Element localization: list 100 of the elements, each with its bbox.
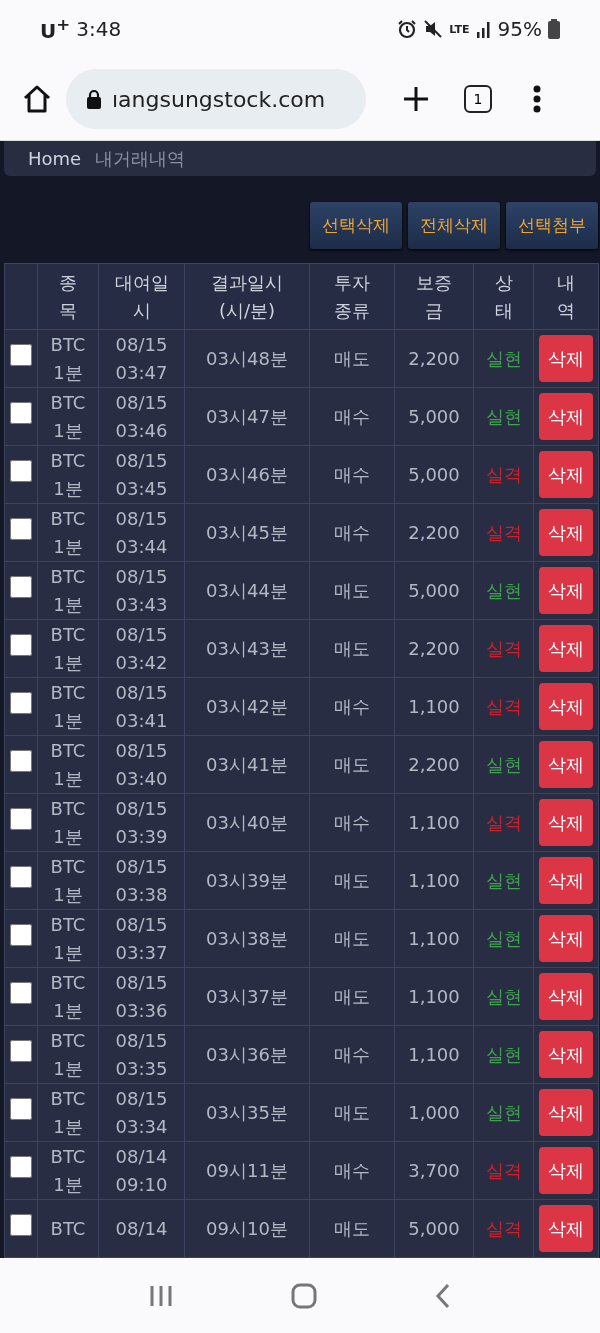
column-header: 결과일시 (시/분) [184,263,310,330]
delete-button[interactable]: 삭제 [539,1205,593,1252]
delete-button[interactable]: 삭제 [539,567,593,614]
row-checkbox[interactable] [10,343,32,366]
row-checkbox[interactable] [10,575,32,598]
row-checkbox[interactable] [10,807,32,830]
delete-button[interactable]: 삭제 [539,625,593,672]
home-link[interactable]: Home [28,148,82,169]
action-button[interactable]: 선택삭제 [310,202,402,249]
table-cell: 매수 [309,503,395,562]
row-checkbox[interactable] [10,749,32,772]
delete-button[interactable]: 삭제 [539,683,593,730]
result-status: 실현 [485,927,522,949]
action-button[interactable]: 전체삭제 [408,202,500,249]
lock-icon [86,89,102,109]
delete-button[interactable]: 삭제 [539,1089,593,1136]
menu-icon[interactable] [532,85,542,113]
table-cell: 2,200 [394,619,474,678]
row-checkbox[interactable] [10,923,32,946]
row-checkbox[interactable] [10,633,32,656]
row-checkbox[interactable] [10,691,32,714]
table-cell: BTC 1분 [37,909,99,968]
home-button-icon[interactable] [291,1282,317,1309]
result-status: 실현 [485,347,522,369]
table-cell: 03시41분 [184,735,310,794]
result-status: 실현 [485,579,522,601]
table-cell: BTC 1분 [37,445,99,504]
table-cell: 매도 [309,1199,395,1258]
delete-button[interactable]: 삭제 [539,799,593,846]
delete-button[interactable]: 삭제 [539,973,593,1020]
table-cell: 08/15 03:38 [98,851,185,910]
table-cell: 09시11분 [184,1141,310,1200]
table-cell: 매도 [309,619,395,678]
table-cell: BTC 1분 [37,329,99,388]
table-cell: 2,200 [394,503,474,562]
table-cell: BTC 1분 [37,1025,99,1084]
table-cell: 03시36분 [184,1025,310,1084]
table-cell: 08/15 03:43 [98,561,185,620]
tab-count-button[interactable]: 1 [464,85,492,113]
table-cell: BTC 1분 [37,851,99,910]
result-status: 실현 [485,985,522,1007]
delete-button[interactable]: 삭제 [539,451,593,498]
table-cell: BTC 1분 [37,677,99,736]
result-status: 실격 [485,1217,522,1239]
home-icon[interactable] [22,84,52,114]
table-cell: 03시40분 [184,793,310,852]
row-checkbox[interactable] [10,401,32,424]
table-cell: 매수 [309,677,395,736]
delete-button[interactable]: 삭제 [539,915,593,962]
table-cell: 1,000 [394,1083,474,1142]
table-cell: BTC 1분 [37,561,99,620]
table-cell: 09시10분 [184,1199,310,1258]
clock: 3:48 [76,17,122,41]
delete-button[interactable]: 삭제 [539,1031,593,1078]
result-status: 실격 [485,463,522,485]
result-status: 실격 [485,521,522,543]
recent-apps-icon[interactable] [149,1284,173,1307]
delete-button[interactable]: 삭제 [539,393,593,440]
result-status: 실격 [485,695,522,717]
result-status: 실격 [485,637,522,659]
table-cell: 08/15 03:35 [98,1025,185,1084]
result-status: 실격 [485,811,522,833]
result-status: 실현 [485,869,522,891]
table-cell: 08/15 03:37 [98,909,185,968]
table-cell: 매도 [309,735,395,794]
network-type: LTE [449,23,470,35]
table-cell: BTC [37,1199,99,1258]
table-cell: 03시44분 [184,561,310,620]
address-bar[interactable]: ıangsungstock.com [66,69,366,129]
table-cell: 5,000 [394,445,474,504]
table-cell: 2,200 [394,329,474,388]
table-cell: 매수 [309,387,395,446]
table-cell: 08/15 03:41 [98,677,185,736]
table-cell: BTC 1분 [37,619,99,678]
table-cell: 03시35분 [184,1083,310,1142]
row-checkbox[interactable] [10,981,32,1004]
table-cell: 03시38분 [184,909,310,968]
delete-button[interactable]: 삭제 [539,741,593,788]
row-checkbox[interactable] [10,1039,32,1062]
delete-button[interactable]: 삭제 [539,335,593,382]
row-checkbox[interactable] [10,517,32,540]
table-cell: 매도 [309,967,395,1026]
table-cell: 매도 [309,329,395,388]
row-checkbox[interactable] [10,865,32,888]
table-cell: 08/15 03:34 [98,1083,185,1142]
table-cell: 03시39분 [184,851,310,910]
table-cell: 03시45분 [184,503,310,562]
row-checkbox[interactable] [10,459,32,482]
delete-button[interactable]: 삭제 [539,509,593,556]
back-icon[interactable] [435,1282,451,1309]
table-cell: 08/15 03:42 [98,619,185,678]
row-checkbox[interactable] [10,1155,32,1178]
action-button[interactable]: 선택첨부 [506,202,598,249]
plus-icon[interactable] [402,85,430,113]
delete-button[interactable]: 삭제 [539,1147,593,1194]
result-status: 실현 [485,1101,522,1123]
row-checkbox[interactable] [10,1213,32,1236]
table-cell: 매수 [309,445,395,504]
row-checkbox[interactable] [10,1097,32,1120]
delete-button[interactable]: 삭제 [539,857,593,904]
